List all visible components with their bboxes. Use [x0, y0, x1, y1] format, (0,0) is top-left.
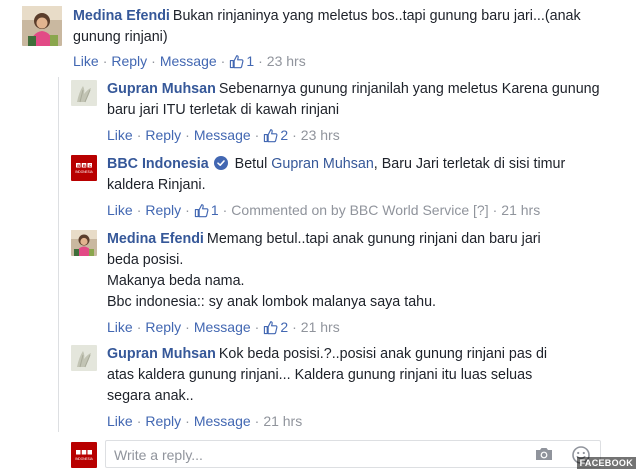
comment-message-line: Makanya beda nama. [107, 273, 245, 289]
reply-thread-line [58, 77, 59, 432]
reply-link[interactable]: Reply [145, 319, 181, 335]
avatar[interactable] [22, 6, 62, 46]
camera-icon[interactable] [534, 445, 554, 468]
separator: · [136, 202, 142, 218]
thumbs-up-icon [263, 320, 278, 340]
bbc-logo-subtext: INDONESIA [75, 170, 93, 174]
separator: · [185, 413, 190, 429]
comment-medina-1: Medina Efendi Bukan rinjaninya yang melet… [22, 6, 622, 70]
comment-author[interactable]: Medina Efendi [73, 8, 170, 24]
separator: · [254, 319, 260, 335]
thumbs-up-icon [229, 54, 244, 74]
separator: · [254, 127, 260, 143]
like-link[interactable]: Like [73, 53, 99, 69]
avatar[interactable] [71, 80, 97, 106]
bbc-logo-subtext: INDONESIA [75, 457, 93, 461]
verified-badge-icon [213, 156, 228, 170]
separator: · [222, 202, 228, 218]
help-link[interactable]: [?] [473, 202, 489, 218]
like-link[interactable]: Like [107, 413, 133, 429]
separator: · [102, 53, 108, 69]
like-number: 2 [280, 319, 289, 335]
separator: · [254, 413, 260, 429]
like-link[interactable]: Like [107, 319, 133, 335]
separator: · [258, 53, 263, 69]
reply-link[interactable]: Reply [145, 127, 181, 143]
comment-actions: Like · Reply · Message · 2 · 23 hrs [107, 125, 607, 148]
comment-message-line: Bbc indonesia:: sy anak lombok malanya s… [107, 294, 437, 310]
timestamp[interactable]: 21 hrs [501, 202, 540, 218]
like-link[interactable]: Like [107, 127, 133, 143]
reply-input[interactable] [114, 446, 514, 464]
separator: · [151, 53, 156, 69]
bbc-logo-letter: C [89, 163, 92, 168]
reply-link[interactable]: Reply [145, 413, 181, 429]
avatar[interactable] [71, 230, 97, 256]
comment-actions: Like · Reply · Message · 2 · 21 hrs [107, 317, 547, 340]
thumbs-up-icon [194, 203, 209, 223]
separator: · [492, 202, 498, 218]
composer-bbc-avatar: INDONESIA [71, 442, 97, 468]
separator: · [136, 319, 142, 335]
timestamp[interactable]: 21 hrs [301, 319, 340, 335]
timestamp[interactable]: 23 hrs [301, 127, 340, 143]
comment-bbc-indonesia: B B C INDONESIA BBC Indonesia Betul Gupr… [71, 154, 611, 224]
like-number: 1 [210, 202, 219, 218]
separator: · [136, 127, 142, 143]
comment-medina-2: Medina Efendi Memang betul..tapi anak gun… [71, 229, 611, 337]
comment-text: Gupran Muhsan Kok beda posisi.?..posisi a… [107, 344, 567, 407]
separator: · [136, 413, 142, 429]
comment-actions: Like · Reply · Message · 1 · 23 hrs [73, 51, 623, 74]
like-number: 1 [246, 53, 255, 69]
bbc-avatar[interactable]: B B C INDONESIA [71, 155, 97, 181]
comment-author[interactable]: Gupran Muhsan [107, 81, 216, 97]
comment-gupran-1: Gupran Muhsan Sebenarnya gunung rinjanila… [71, 79, 611, 149]
avatar[interactable] [71, 345, 97, 371]
comment-text: Medina Efendi Memang betul..tapi anak gun… [107, 229, 547, 271]
comment-text: Gupran Muhsan Sebenarnya gunung rinjanila… [107, 79, 607, 121]
comment-author[interactable]: Medina Efendi [107, 231, 204, 247]
message-link[interactable]: Message [160, 53, 217, 69]
reply-link[interactable]: Reply [145, 202, 181, 218]
like-count[interactable]: 2 [263, 319, 288, 335]
separator: · [292, 319, 297, 335]
like-number: 2 [280, 127, 289, 143]
comment-gupran-2: Gupran Muhsan Kok beda posisi.?..posisi a… [71, 344, 611, 434]
like-count[interactable]: 2 [263, 127, 288, 143]
like-link[interactable]: Like [107, 202, 133, 218]
message-link[interactable]: Message [194, 413, 251, 429]
reply-composer[interactable] [105, 440, 601, 468]
like-count[interactable]: 1 [194, 202, 219, 218]
comment-text: BBC Indonesia Betul Gupran Muhsan, Baru … [107, 154, 607, 196]
message-link[interactable]: Message [194, 319, 251, 335]
comment-message-pre: Betul [234, 156, 268, 172]
comment-author[interactable]: BBC Indonesia [107, 156, 209, 172]
timestamp[interactable]: 23 hrs [267, 53, 306, 69]
timestamp[interactable]: 21 hrs [263, 413, 302, 429]
separator: · [185, 319, 190, 335]
mention-link[interactable]: Gupran Muhsan [271, 156, 374, 172]
like-count[interactable]: 1 [229, 53, 254, 69]
separator: · [185, 202, 190, 218]
comment-actions: Like · Reply · 1 · Commented on by BBC World S… [107, 200, 607, 223]
reply-link[interactable]: Reply [111, 53, 147, 69]
thumbs-up-icon [263, 128, 278, 148]
image-credit: FACEBOOK [576, 457, 636, 469]
comment-actions: Like · Reply · Message · 21 hrs [107, 411, 567, 431]
commented-on-by[interactable]: Commented on by BBC World Service [231, 202, 469, 218]
bbc-logo-letter: B [83, 163, 86, 168]
message-link[interactable]: Message [194, 127, 251, 143]
separator: · [185, 127, 190, 143]
separator: · [220, 53, 226, 69]
comment-author[interactable]: Gupran Muhsan [107, 346, 216, 362]
bbc-logo-letter: B [77, 163, 80, 168]
comment-text: Medina Efendi Bukan rinjaninya yang melet… [73, 6, 623, 48]
separator: · [292, 127, 297, 143]
